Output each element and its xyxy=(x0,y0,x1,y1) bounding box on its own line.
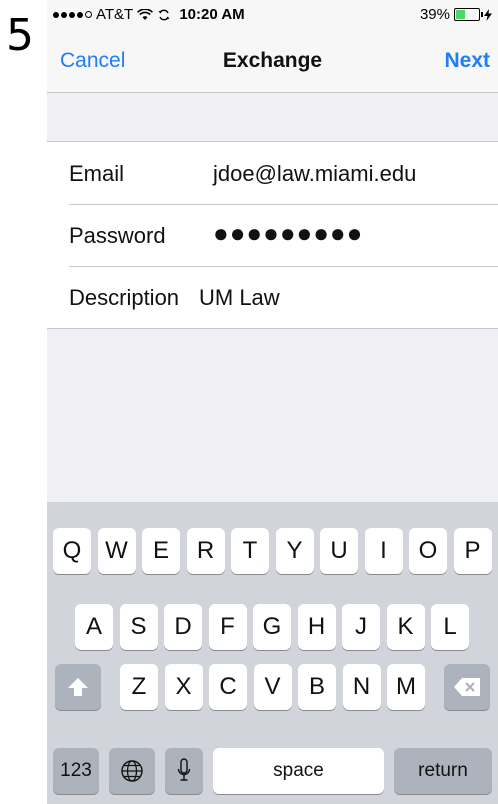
key-h[interactable]: H xyxy=(297,604,336,650)
key-u[interactable]: U xyxy=(320,528,358,574)
email-row[interactable]: Email jdoe@law.miami.edu xyxy=(47,142,498,204)
charging-bolt-icon xyxy=(484,8,492,21)
keyboard: 123 space return QWERTYUIOP ASDFGHJKL ZXCV… xyxy=(47,502,498,804)
status-time: 10:20 AM xyxy=(179,6,245,23)
phone-screen: AT&T 10:20 AM 39% Cancel Exchange Next E… xyxy=(47,0,498,804)
key-b[interactable]: B xyxy=(298,664,336,710)
backspace-icon xyxy=(454,678,480,696)
battery-icon xyxy=(454,8,483,21)
key-f[interactable]: F xyxy=(208,604,247,650)
description-row[interactable]: Description UM Law xyxy=(47,266,498,328)
next-button[interactable]: Next xyxy=(444,49,490,73)
key-m[interactable]: M xyxy=(387,664,425,710)
microphone-key[interactable] xyxy=(165,748,203,794)
status-bar: AT&T 10:20 AM 39% xyxy=(47,0,498,32)
shift-icon xyxy=(68,678,88,696)
key-w[interactable]: W xyxy=(97,528,136,574)
key-g[interactable]: G xyxy=(253,604,291,650)
status-right: 39% xyxy=(420,6,492,23)
email-field[interactable]: jdoe@law.miami.edu xyxy=(213,161,416,187)
battery-percentage: 39% xyxy=(419,6,450,23)
numbers-key[interactable]: 123 xyxy=(53,748,99,794)
description-field[interactable]: UM Law xyxy=(199,285,280,311)
space-key[interactable]: space xyxy=(213,748,384,794)
key-q[interactable]: Q xyxy=(53,528,91,574)
step-number: 5 xyxy=(6,10,34,61)
key-d[interactable]: D xyxy=(164,604,202,650)
key-i[interactable]: I xyxy=(364,528,403,574)
key-r[interactable]: R xyxy=(186,528,225,574)
key-z[interactable]: Z xyxy=(120,664,158,710)
key-y[interactable]: Y xyxy=(275,528,314,574)
key-p[interactable]: P xyxy=(453,528,492,574)
key-x[interactable]: X xyxy=(164,664,203,710)
password-row[interactable]: Password ●●●●●●●●● xyxy=(47,204,498,266)
key-j[interactable]: J xyxy=(342,604,380,650)
email-label: Email xyxy=(69,161,125,186)
key-v[interactable]: V xyxy=(253,664,292,710)
backspace-key[interactable] xyxy=(444,664,490,710)
key-a[interactable]: A xyxy=(75,604,113,650)
page-title: Exchange xyxy=(222,49,323,72)
shift-key[interactable] xyxy=(55,664,101,710)
password-label: Password xyxy=(69,223,166,248)
key-o[interactable]: O xyxy=(409,528,447,574)
key-t[interactable]: T xyxy=(231,528,269,574)
key-k[interactable]: K xyxy=(386,604,425,650)
return-key[interactable]: return xyxy=(394,748,492,794)
description-label: Description xyxy=(69,285,180,310)
key-c[interactable]: C xyxy=(209,664,247,710)
key-e[interactable]: E xyxy=(142,528,180,574)
password-field[interactable]: ●●●●●●●●● xyxy=(213,218,363,249)
account-form: Email jdoe@law.miami.edu Password ●●●●●●… xyxy=(47,141,498,329)
key-n[interactable]: N xyxy=(342,664,381,710)
navigation-bar: Cancel Exchange Next xyxy=(47,32,498,93)
globe-icon xyxy=(121,760,143,782)
key-l[interactable]: L xyxy=(431,604,469,650)
microphone-icon xyxy=(177,758,191,781)
key-s[interactable]: S xyxy=(119,604,158,650)
globe-key[interactable] xyxy=(109,748,155,794)
